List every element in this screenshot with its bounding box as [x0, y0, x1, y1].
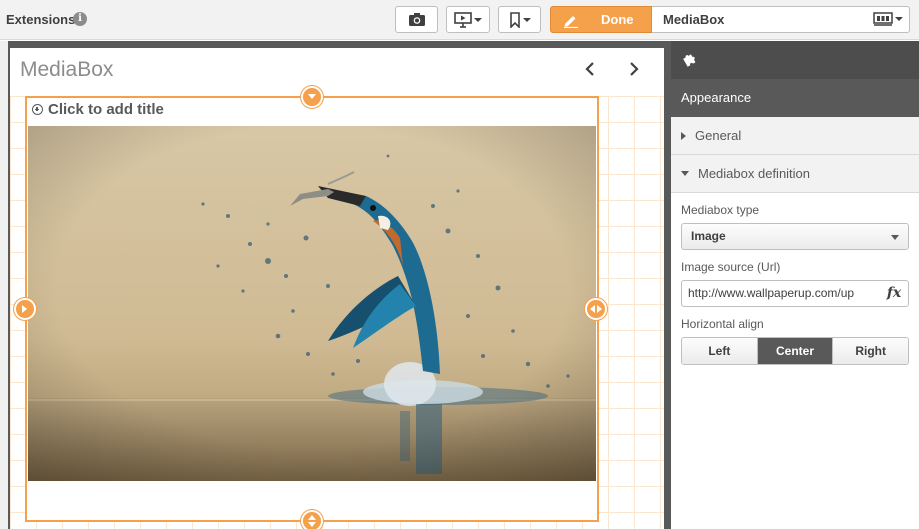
resize-handle-left[interactable] [14, 298, 36, 320]
next-sheet-button[interactable] [624, 60, 644, 81]
sheet-title-label: MediaBox [663, 12, 725, 27]
chevron-down-icon [522, 17, 531, 22]
info-icon[interactable]: i [73, 12, 87, 26]
caret-right-icon [681, 131, 686, 140]
align-right-button[interactable]: Right [833, 338, 908, 364]
properties-panel: Appearance General Mediabox definition M… [671, 41, 919, 529]
sheets-icon[interactable] [873, 12, 903, 26]
mediabox-type-value: Image [691, 229, 726, 243]
left-right-arrows-icon [590, 305, 602, 313]
chevron-down-icon [891, 235, 899, 240]
present-button[interactable] [446, 6, 490, 33]
presentation-icon [454, 11, 472, 28]
accordion-general-label: General [695, 127, 742, 143]
done-button[interactable]: Done [550, 6, 652, 33]
kingfisher-photo [28, 126, 596, 481]
chevron-down-icon [308, 94, 316, 99]
panel-header [671, 41, 919, 79]
left-edge-strip [0, 41, 8, 529]
horizontal-align-segmented: Left Center Right [681, 337, 909, 365]
chevron-left-icon [585, 62, 594, 76]
camera-icon [408, 13, 425, 26]
chevron-right-icon [22, 305, 27, 313]
chevron-down-icon [474, 17, 482, 22]
bookmark-button[interactable] [498, 6, 541, 33]
pencil-icon [564, 15, 578, 28]
horizontal-align-label: Horizontal align [681, 317, 764, 331]
chevron-down-icon [895, 17, 903, 21]
sheet-name: MediaBox [20, 58, 114, 81]
mediabox-type-label: Mediabox type [681, 203, 760, 217]
resize-handle-bottom[interactable] [301, 510, 323, 529]
puzzle-piece-icon [683, 54, 696, 67]
add-title-button[interactable]: Click to add title [32, 101, 164, 118]
top-toolbar: Extensions i Done MediaBox [0, 0, 919, 40]
image-source-input[interactable]: http://www.wallpaperup.com/up fx [681, 280, 909, 307]
caret-down-icon [681, 171, 689, 176]
sheet-canvas: MediaBox Click to add title [10, 48, 664, 529]
chevron-right-icon [630, 62, 639, 76]
appearance-header: Appearance [671, 79, 919, 117]
align-center-button[interactable]: Center [757, 338, 834, 364]
image-source-value: http://www.wallpaperup.com/up [688, 286, 855, 300]
resize-handle-top[interactable] [301, 86, 323, 108]
mediabox-type-select[interactable]: Image [681, 223, 909, 250]
accordion-mediabox-label: Mediabox definition [698, 165, 811, 181]
media-image [28, 126, 596, 481]
snapshot-button[interactable] [395, 6, 438, 33]
resize-handle-right[interactable] [585, 298, 607, 320]
image-source-label: Image source (Url) [681, 260, 781, 274]
accordion-mediabox-definition[interactable]: Mediabox definition [671, 155, 919, 193]
align-left-button[interactable]: Left [682, 338, 758, 364]
mediabox-object[interactable]: Click to add title [25, 96, 599, 522]
plus-circle-icon [32, 104, 43, 115]
done-label: Done [601, 12, 634, 27]
extensions-label: Extensions [6, 12, 76, 27]
title-placeholder: Click to add title [48, 101, 164, 118]
expression-fx-button[interactable]: fx [880, 281, 908, 306]
bookmark-icon [509, 11, 520, 28]
sheet-selector[interactable]: MediaBox [652, 6, 910, 33]
accordion-general[interactable]: General [671, 117, 919, 155]
up-down-arrows-icon [308, 515, 316, 527]
previous-sheet-button[interactable] [580, 60, 600, 81]
